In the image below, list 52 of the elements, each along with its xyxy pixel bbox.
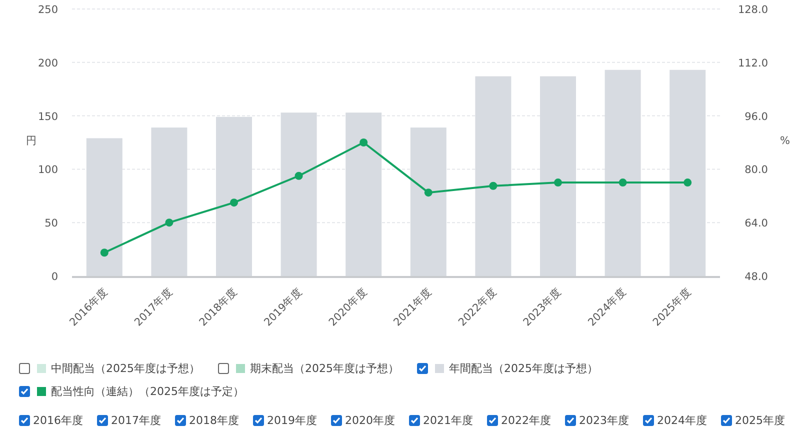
tick-label: 150: [38, 110, 58, 123]
checkbox[interactable]: [19, 363, 30, 374]
tick-label: 96.0: [744, 110, 768, 123]
checkbox[interactable]: [417, 363, 428, 374]
year-label: 2023年度: [579, 413, 629, 428]
checkbox[interactable]: [97, 415, 108, 426]
data-point: [360, 138, 368, 146]
data-point: [684, 178, 692, 187]
checkbox[interactable]: [487, 415, 498, 426]
tick-label: 80.0: [744, 164, 768, 176]
tick-label: 64.0: [744, 218, 768, 230]
year-label: 2025年度: [735, 413, 785, 428]
checkbox[interactable]: [175, 415, 186, 426]
checkbox[interactable]: [643, 415, 654, 426]
year-label: 2018年度: [189, 413, 239, 428]
year-label: 2022年度: [501, 413, 551, 428]
checkbox[interactable]: [19, 386, 30, 397]
checkbox[interactable]: [253, 415, 264, 426]
data-point: [424, 188, 432, 197]
data-point: [489, 182, 498, 190]
year-label: 2024年度: [657, 413, 707, 428]
year-label: 2017年度: [111, 413, 161, 428]
data-point: [294, 172, 303, 180]
checkbox[interactable]: [721, 415, 732, 426]
tick-label: 48.0: [744, 271, 768, 283]
tick-label: 0: [51, 271, 58, 283]
legend-label: 期末配当（2025年度は予想）: [250, 361, 399, 376]
data-point: [230, 198, 238, 207]
checkbox[interactable]: [218, 363, 229, 374]
tick-label: 112.0: [738, 57, 768, 70]
year-label: 2016年度: [33, 413, 83, 428]
tick-label: 250: [38, 4, 58, 16]
checkbox[interactable]: [19, 415, 30, 426]
tick-label: 200: [38, 57, 58, 70]
data-point: [100, 248, 108, 257]
data-point: [618, 178, 627, 187]
axis-label: %: [780, 135, 790, 147]
data-point: [554, 178, 562, 187]
year-label: 2021年度: [423, 413, 473, 428]
legend-label: 中間配当（2025年度は予想）: [51, 361, 200, 376]
axis-label: 円: [26, 135, 37, 147]
data-point: [165, 218, 174, 227]
checkbox[interactable]: [409, 415, 420, 426]
checkbox[interactable]: [331, 415, 342, 426]
year-label: 2020年度: [345, 413, 395, 428]
tick-label: 50: [44, 218, 58, 230]
year-label: 2019年度: [267, 413, 317, 428]
tick-label: 128.0: [738, 4, 768, 16]
tick-label: 100: [38, 164, 58, 176]
legend-label: 配当性向（連結）（2025年度は予定）: [51, 384, 244, 399]
legend-label: 年間配当（2025年度は予想）: [449, 361, 598, 376]
checkbox[interactable]: [565, 415, 576, 426]
